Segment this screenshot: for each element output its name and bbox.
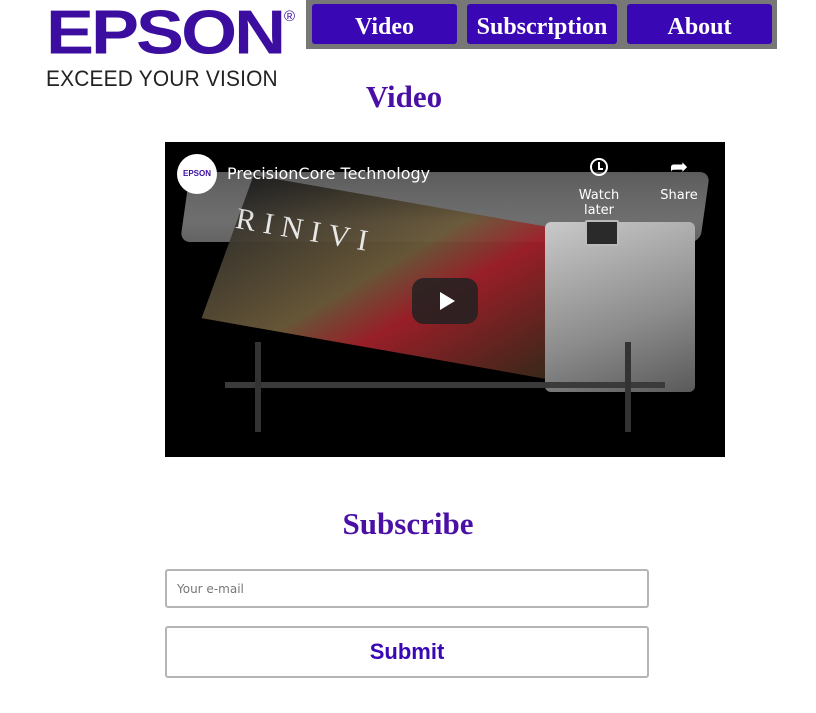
watch-later-button[interactable]: Watch later: [569, 154, 629, 218]
nav-video-label: Video: [354, 14, 415, 40]
printer-leg: [255, 342, 261, 432]
email-field[interactable]: [165, 569, 649, 608]
printer-leg: [625, 342, 631, 432]
video-section-heading: Video: [365, 79, 443, 114]
subscribe-section-heading: Subscribe: [342, 506, 474, 541]
nav-subscription-button[interactable]: Subscription: [467, 4, 617, 44]
nav-video-button[interactable]: Video: [312, 4, 457, 44]
share-button[interactable]: ➦ Share: [649, 154, 709, 203]
top-nav: Video Subscription About E: [306, 0, 777, 86]
share-label: Share: [660, 188, 698, 203]
nav-subscription-label: Subscription: [476, 14, 608, 40]
printer-stand: [225, 342, 665, 442]
channel-avatar[interactable]: EPSON: [177, 154, 217, 194]
logo-wordmark: EPSON: [46, 0, 286, 68]
watch-later-label: Watch later: [578, 188, 620, 218]
submit-button[interactable]: Submit: [165, 626, 649, 678]
clock-icon: [569, 154, 629, 180]
registered-mark: ®: [284, 8, 296, 25]
play-icon[interactable]: [412, 278, 478, 324]
nav-about-button[interactable]: About E: [627, 4, 772, 86]
printer-body-shape: [545, 222, 695, 392]
video-title[interactable]: PrecisionCore Technology: [227, 164, 430, 183]
video-player[interactable]: RINIVI EPSON PrecisionCore Technology Wa…: [165, 142, 725, 457]
share-arrow-icon: ➦: [669, 154, 689, 179]
printer-control-panel: [585, 220, 619, 246]
